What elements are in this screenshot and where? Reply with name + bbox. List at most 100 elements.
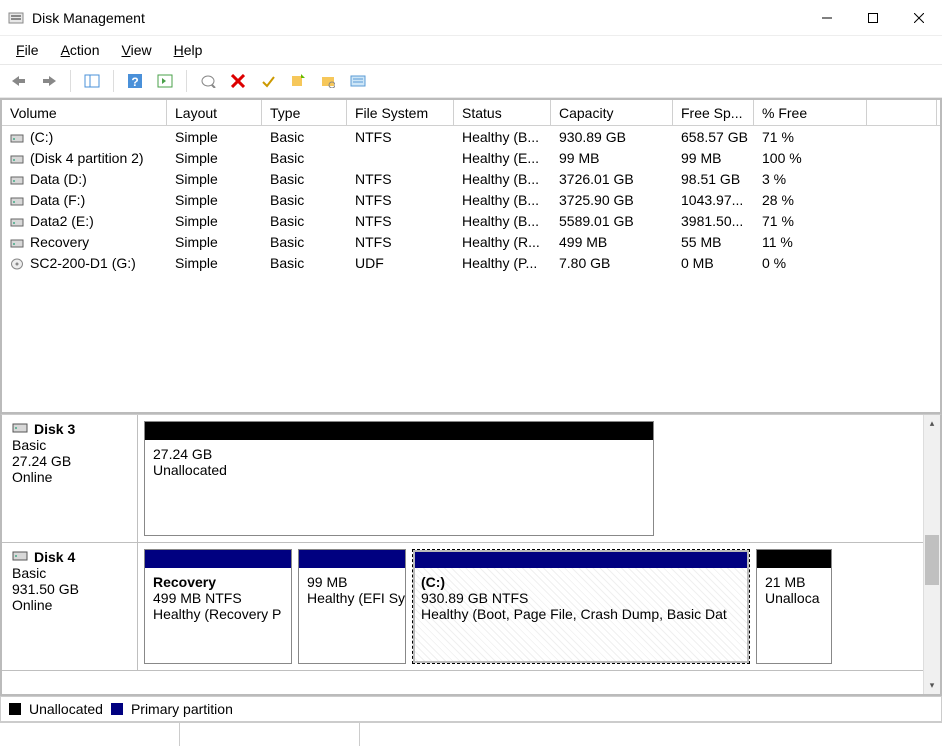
show-hide-console-tree-icon[interactable] — [79, 68, 105, 94]
delete-icon[interactable] — [225, 68, 251, 94]
disk-size: 27.24 GB — [12, 453, 127, 469]
volume-freespace: 98.51 GB — [673, 171, 754, 187]
volume-type: Basic — [262, 234, 347, 250]
drive-icon — [10, 131, 24, 143]
menu-file[interactable]: File — [8, 40, 47, 60]
col-freespace[interactable]: Free Sp... — [673, 100, 754, 125]
volume-capacity: 5589.01 GB — [551, 213, 673, 229]
volume-type: Basic — [262, 171, 347, 187]
volume-row[interactable]: SC2-200-D1 (G:)SimpleBasicUDFHealthy (P.… — [2, 252, 940, 273]
partition-body: Recovery499 MB NTFSHealthy (Recovery P — [145, 568, 291, 663]
col-layout[interactable]: Layout — [167, 100, 262, 125]
legend-primary-swatch — [111, 703, 123, 715]
minimize-button[interactable] — [804, 3, 850, 33]
volume-pctfree: 3 % — [754, 171, 867, 187]
volume-name: Recovery — [30, 234, 89, 250]
volume-name: Data (D:) — [30, 171, 87, 187]
volume-capacity: 99 MB — [551, 150, 673, 166]
volume-capacity: 930.89 GB — [551, 129, 673, 145]
menu-help[interactable]: Help — [166, 40, 211, 60]
volume-row[interactable]: (C:)SimpleBasicNTFSHealthy (B...930.89 G… — [2, 126, 940, 147]
volume-name: (Disk 4 partition 2) — [30, 150, 144, 166]
properties-icon[interactable] — [345, 68, 371, 94]
volume-row[interactable]: Data2 (E:)SimpleBasicNTFSHealthy (B...55… — [2, 210, 940, 231]
partition[interactable]: Recovery499 MB NTFSHealthy (Recovery P — [144, 549, 292, 664]
legend-unallocated-label: Unallocated — [29, 701, 103, 717]
forward-button[interactable] — [36, 68, 62, 94]
col-type[interactable]: Type — [262, 100, 347, 125]
volume-name: Data (F:) — [30, 192, 85, 208]
partition-header — [413, 550, 749, 568]
col-filesystem[interactable]: File System — [347, 100, 454, 125]
scroll-up-icon[interactable]: ▴ — [924, 415, 940, 432]
volume-status: Healthy (R... — [454, 234, 551, 250]
svg-text:?: ? — [131, 75, 138, 89]
mark-active-icon[interactable] — [255, 68, 281, 94]
partition-body: 99 MBHealthy (EFI Sy — [299, 568, 405, 663]
volume-capacity: 3725.90 GB — [551, 192, 673, 208]
partition[interactable]: 99 MBHealthy (EFI Sy — [298, 549, 406, 664]
partition[interactable]: 21 MBUnalloca — [756, 549, 832, 664]
volume-row[interactable]: Data (D:)SimpleBasicNTFSHealthy (B...372… — [2, 168, 940, 189]
volume-status: Healthy (B... — [454, 171, 551, 187]
col-volume[interactable]: Volume — [2, 100, 167, 125]
drive-icon — [10, 194, 24, 206]
scroll-thumb[interactable] — [925, 535, 939, 585]
disk-info[interactable]: Disk 3Basic27.24 GBOnline — [2, 415, 138, 542]
volume-pctfree: 11 % — [754, 234, 867, 250]
disk-state: Online — [12, 469, 127, 485]
partition-status: Healthy (Boot, Page File, Crash Dump, Ba… — [421, 606, 741, 622]
rescan-disks-icon[interactable] — [195, 68, 221, 94]
new-volume-icon[interactable] — [285, 68, 311, 94]
menu-action[interactable]: Action — [53, 40, 108, 60]
partition-status: Healthy (Recovery P — [153, 606, 283, 622]
volume-list[interactable]: Volume Layout Type File System Status Ca… — [0, 98, 942, 414]
titlebar: Disk Management — [0, 0, 942, 36]
volume-row[interactable]: Data (F:)SimpleBasicNTFSHealthy (B...372… — [2, 189, 940, 210]
volume-status: Healthy (B... — [454, 192, 551, 208]
volume-freespace: 658.57 GB — [673, 129, 754, 145]
menu-view[interactable]: View — [114, 40, 160, 60]
volume-type: Basic — [262, 213, 347, 229]
drive-icon — [10, 236, 24, 248]
col-status[interactable]: Status — [454, 100, 551, 125]
volume-row[interactable]: RecoverySimpleBasicNTFSHealthy (R...499 … — [2, 231, 940, 252]
volume-freespace: 55 MB — [673, 234, 754, 250]
volume-type: Basic — [262, 150, 347, 166]
col-extra[interactable] — [867, 100, 937, 125]
volume-freespace: 1043.97... — [673, 192, 754, 208]
disk-info[interactable]: Disk 4Basic931.50 GBOnline — [2, 543, 138, 670]
volume-capacity: 7.80 GB — [551, 255, 673, 271]
partition[interactable]: (C:)930.89 GB NTFSHealthy (Boot, Page Fi… — [412, 549, 750, 664]
partition-body: 27.24 GBUnallocated — [145, 440, 653, 535]
status-bar — [0, 722, 942, 746]
maximize-button[interactable] — [850, 3, 896, 33]
partition-body: 21 MBUnalloca — [757, 568, 831, 663]
back-button[interactable] — [6, 68, 32, 94]
volume-filesystem: NTFS — [347, 129, 454, 145]
refresh-icon[interactable] — [152, 68, 178, 94]
volume-row[interactable]: (Disk 4 partition 2)SimpleBasicHealthy (… — [2, 147, 940, 168]
disk-map: 27.24 GBUnallocated — [138, 415, 923, 542]
col-capacity[interactable]: Capacity — [551, 100, 673, 125]
legend-unallocated-swatch — [9, 703, 21, 715]
disk-name: Disk 4 — [34, 549, 75, 565]
volume-filesystem: NTFS — [347, 234, 454, 250]
partition-status: Unallocated — [153, 462, 645, 478]
explore-icon[interactable] — [315, 68, 341, 94]
col-pctfree[interactable]: % Free — [754, 100, 867, 125]
disk-icon — [12, 549, 28, 565]
partition[interactable]: 27.24 GBUnallocated — [144, 421, 654, 536]
volume-header-row: Volume Layout Type File System Status Ca… — [2, 100, 940, 126]
scroll-down-icon[interactable]: ▾ — [924, 677, 940, 694]
partition-size: 21 MB — [765, 574, 823, 590]
close-button[interactable] — [896, 3, 942, 33]
volume-layout: Simple — [167, 255, 262, 271]
help-icon[interactable]: ? — [122, 68, 148, 94]
volume-layout: Simple — [167, 150, 262, 166]
volume-capacity: 499 MB — [551, 234, 673, 250]
disk-icon — [12, 421, 28, 437]
partition-size: 930.89 GB NTFS — [421, 590, 741, 606]
disk-pane-content[interactable]: Disk 3Basic27.24 GBOnline27.24 GBUnalloc… — [2, 415, 923, 694]
vertical-scrollbar[interactable]: ▴ ▾ — [923, 415, 940, 694]
